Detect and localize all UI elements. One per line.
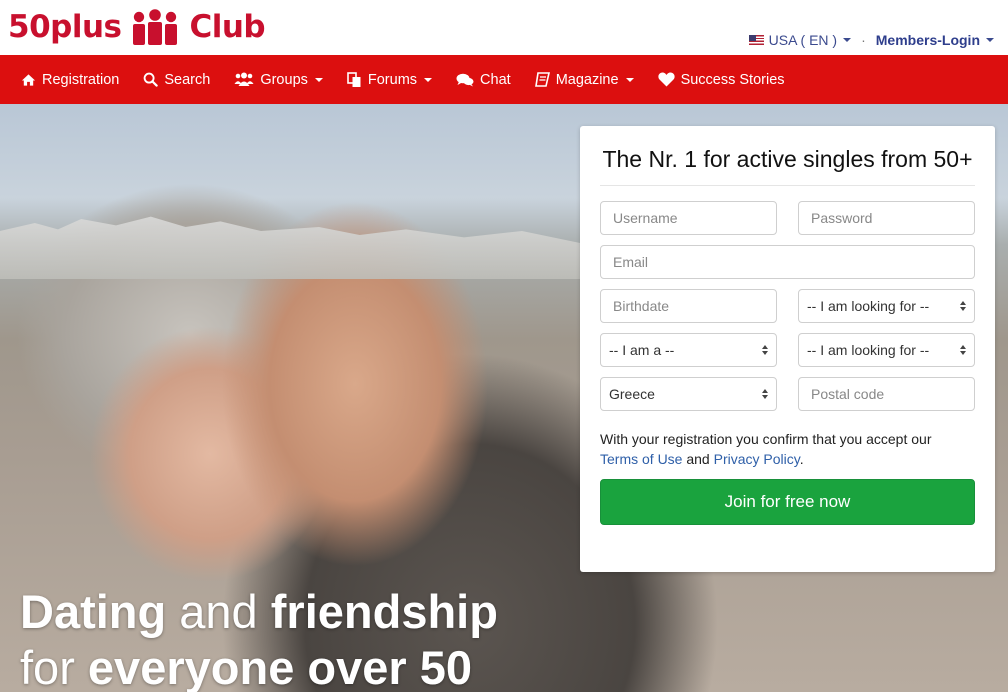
top-header: 50plus Club USA ( EN ) · Members-Login bbox=[0, 0, 1008, 55]
form-row: -- I am a -- -- I am looking for -- bbox=[600, 333, 975, 367]
chevron-down-icon bbox=[843, 38, 852, 42]
password-input[interactable]: Password bbox=[798, 201, 975, 235]
us-flag-icon bbox=[748, 35, 764, 45]
nav-item-groups[interactable]: Groups bbox=[234, 72, 323, 88]
terms-of-use-link[interactable]: Terms of Use bbox=[600, 451, 682, 467]
hero-headline: Dating and friendship for everyone over … bbox=[20, 584, 498, 692]
users-icon bbox=[234, 72, 254, 86]
top-right-menu: USA ( EN ) · Members-Login bbox=[748, 32, 994, 48]
language-selector[interactable]: USA ( EN ) bbox=[748, 32, 852, 48]
hero-word-and: and bbox=[179, 585, 258, 638]
form-row: Greece Postal code bbox=[600, 377, 975, 411]
terms-text: With your registration you confirm that … bbox=[600, 429, 975, 469]
form-row: Birthdate -- I am looking for -- bbox=[600, 289, 975, 323]
separator: · bbox=[861, 32, 866, 48]
country-select[interactable]: Greece bbox=[600, 377, 777, 411]
members-login-link[interactable]: Members-Login bbox=[876, 32, 994, 48]
privacy-policy-link[interactable]: Privacy Policy bbox=[714, 451, 800, 467]
home-icon bbox=[21, 73, 36, 86]
nav-item-label: Forums bbox=[367, 71, 418, 88]
hero-word-dating: Dating bbox=[20, 585, 167, 638]
logo-text-left: 50plus bbox=[8, 9, 122, 45]
chevron-down-icon bbox=[625, 77, 634, 82]
hero-word-for: for bbox=[20, 641, 75, 692]
main-nav: Registration Search Groups Forums Chat M… bbox=[0, 55, 1008, 104]
language-label: USA ( EN ) bbox=[768, 32, 838, 48]
chat-icon bbox=[456, 73, 474, 86]
city-skyline-background bbox=[0, 216, 580, 279]
nav-item-label: Magazine bbox=[555, 71, 619, 88]
people-logo-icon bbox=[131, 9, 179, 45]
registration-title: The Nr. 1 for active singles from 50+ bbox=[600, 146, 975, 186]
nav-item-registration[interactable]: Registration bbox=[21, 72, 119, 88]
form-row: Email bbox=[600, 245, 975, 279]
nav-item-success-stories[interactable]: Success Stories bbox=[657, 71, 785, 88]
username-input[interactable]: Username bbox=[600, 201, 777, 235]
select-arrows-icon bbox=[762, 345, 768, 355]
select-value: -- I am looking for -- bbox=[807, 298, 930, 314]
hero-word-friendship: friendship bbox=[270, 585, 498, 638]
site-logo[interactable]: 50plus Club bbox=[8, 6, 266, 48]
select-value: -- I am a -- bbox=[609, 342, 675, 358]
chevron-down-icon bbox=[986, 38, 994, 42]
select-arrows-icon bbox=[960, 345, 966, 355]
select-arrows-icon bbox=[960, 301, 966, 311]
select-value: Greece bbox=[609, 386, 655, 402]
nav-item-label: Search bbox=[164, 71, 211, 88]
heart-icon bbox=[657, 72, 675, 87]
book-icon bbox=[534, 72, 550, 87]
search-icon bbox=[144, 72, 159, 87]
chevron-down-icon bbox=[314, 77, 323, 82]
nav-item-label: Registration bbox=[42, 71, 120, 88]
hero-line-1: Dating and friendship bbox=[20, 584, 498, 640]
nav-item-search[interactable]: Search bbox=[143, 72, 210, 88]
nav-item-forums[interactable]: Forums bbox=[347, 71, 433, 88]
logo-text-right: Club bbox=[189, 9, 266, 45]
chevron-down-icon bbox=[424, 77, 433, 82]
hero-line-2: for everyone over 50 bbox=[20, 640, 498, 692]
nav-item-magazine[interactable]: Magazine bbox=[534, 71, 634, 88]
terms-prefix: With your registration you confirm that … bbox=[600, 431, 932, 447]
terms-suffix: . bbox=[799, 451, 804, 467]
select-value: -- I am looking for -- bbox=[807, 342, 930, 358]
nav-item-label: Chat bbox=[480, 71, 511, 88]
birthdate-input[interactable]: Birthdate bbox=[600, 289, 777, 323]
nav-item-label: Success Stories bbox=[680, 71, 785, 88]
nav-item-label: Groups bbox=[260, 71, 308, 88]
hero-words-everyone-over-50: everyone over 50 bbox=[87, 641, 472, 692]
looking-for-select-2[interactable]: -- I am looking for -- bbox=[798, 333, 975, 367]
registration-card: The Nr. 1 for active singles from 50+ Us… bbox=[580, 126, 995, 572]
select-arrows-icon bbox=[762, 389, 768, 399]
postal-code-input[interactable]: Postal code bbox=[798, 377, 975, 411]
registration-form: Username Password Email Birthdate -- I a… bbox=[600, 201, 975, 411]
email-input[interactable]: Email bbox=[600, 245, 975, 279]
members-login-label: Members-Login bbox=[875, 32, 980, 48]
form-row: Username Password bbox=[600, 201, 975, 235]
terms-and: and bbox=[686, 451, 710, 467]
gender-select[interactable]: -- I am a -- bbox=[600, 333, 777, 367]
join-button[interactable]: Join for free now bbox=[600, 479, 975, 525]
documents-icon bbox=[347, 71, 361, 87]
nav-item-chat[interactable]: Chat bbox=[456, 72, 511, 88]
looking-for-select-1[interactable]: -- I am looking for -- bbox=[798, 289, 975, 323]
